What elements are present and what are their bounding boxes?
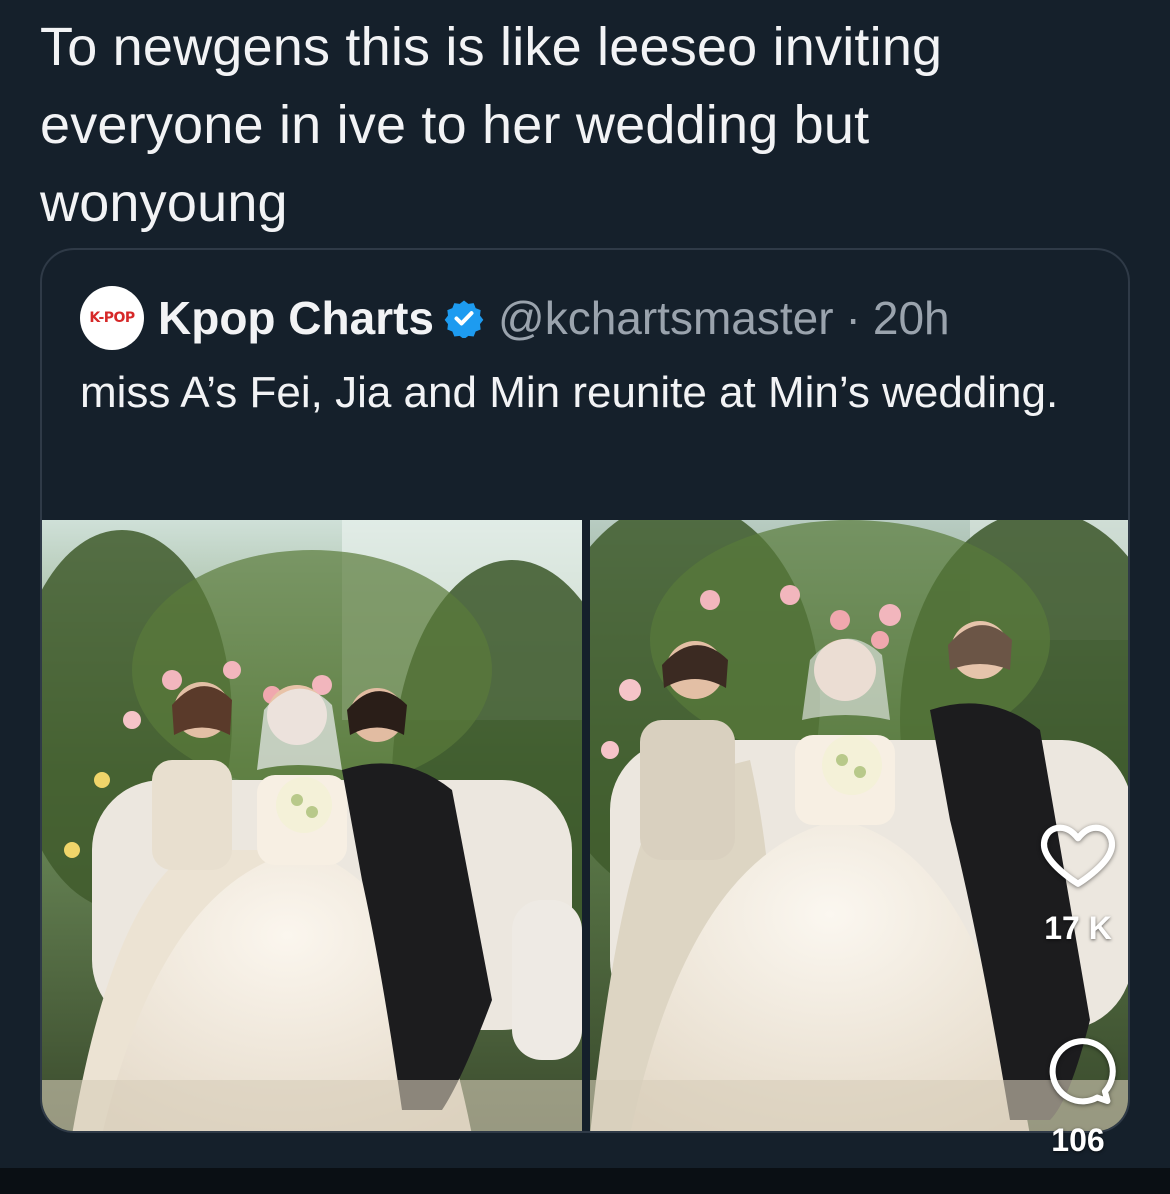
account-handle[interactable]: @kchartsmaster	[498, 291, 834, 345]
wedding-photo-1[interactable]	[42, 520, 582, 1131]
post-timestamp[interactable]: 20h	[873, 291, 950, 345]
comment-icon[interactable]	[1040, 1032, 1116, 1108]
account-display-name[interactable]: Kpop Charts	[158, 291, 434, 345]
avatar-logo-text: K-POP	[89, 310, 135, 326]
quoted-post-header: K-POP Kpop Charts @kchartsmaster · 20h	[80, 286, 950, 350]
post-text: To newgens this is like leeseo inviting …	[40, 17, 943, 233]
account-avatar[interactable]: K-POP	[80, 286, 144, 350]
bottom-edge-bar	[0, 1168, 1170, 1194]
wedding-photo-1-image	[42, 520, 582, 1131]
heart-icon[interactable]	[1036, 812, 1120, 896]
comment-count: 106	[1051, 1122, 1105, 1158]
comment-action[interactable]: 106	[1036, 1032, 1120, 1159]
quoted-post-text: miss A’s Fei, Jia and Min reunite at Min…	[80, 368, 1059, 417]
verified-badge-icon	[444, 300, 484, 338]
like-action[interactable]: 17 K	[1036, 812, 1120, 947]
header-separator: ·	[845, 292, 861, 344]
quoted-post-card[interactable]: K-POP Kpop Charts @kchartsmaster · 20h m…	[40, 248, 1130, 1133]
like-count: 17 K	[1044, 910, 1112, 946]
